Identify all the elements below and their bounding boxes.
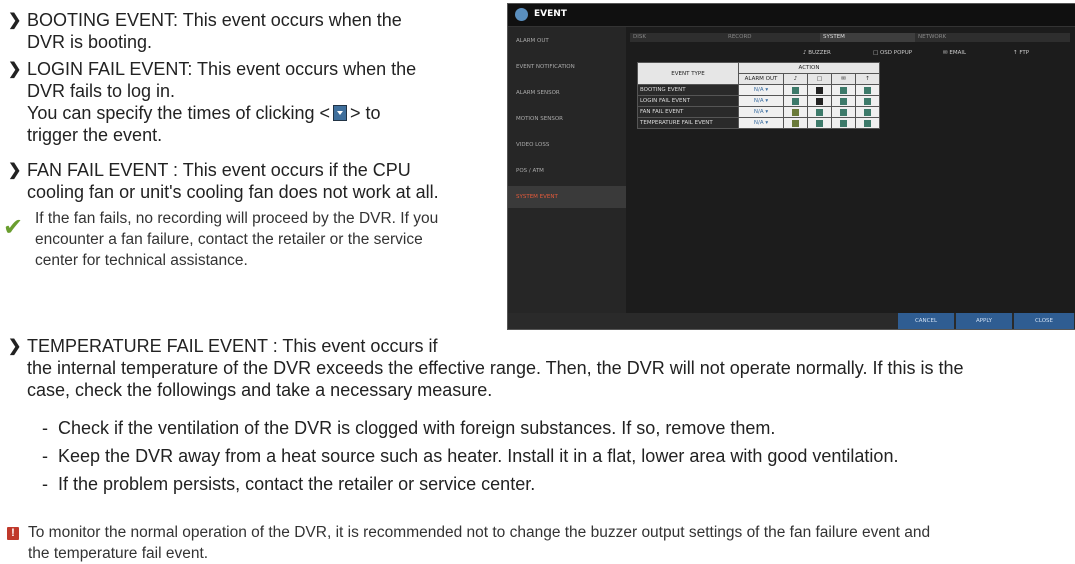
sidebar-item-pos-atm[interactable]: POS / ATM	[508, 160, 626, 182]
event-name: LOGIN FAIL EVENT	[637, 95, 739, 107]
dvr-event-screenshot: EVENT ALARM OUT EVENT NOTIFICATION ALARM…	[507, 3, 1075, 330]
sidebar-item-alarm-out[interactable]: ALARM OUT	[508, 30, 626, 52]
ftp-checkbox[interactable]	[855, 117, 880, 129]
tab-network[interactable]: NETWORK	[915, 33, 1010, 42]
column-header-alarm-out: ALARM OUT	[738, 73, 784, 85]
ftp-checkbox[interactable]	[855, 84, 880, 96]
list-item: - If the problem persists, contact the r…	[42, 474, 536, 494]
sidebar-item-event-notification[interactable]: EVENT NOTIFICATION	[508, 56, 626, 78]
check-list: - Check if the ventilation of the DVR is…	[42, 417, 1072, 495]
buzzer-checkbox[interactable]	[783, 106, 808, 118]
login-line1: LOGIN FAIL EVENT: This event occurs when…	[27, 59, 417, 79]
exclamation-icon: !	[7, 527, 19, 540]
event-name: BOOTING EVENT	[637, 84, 739, 96]
table-row: FAN FAIL EVENT N/A ▾	[637, 106, 880, 118]
alarm-out-select[interactable]: N/A ▾	[738, 106, 784, 118]
dropdown-icon	[333, 105, 347, 121]
osd-popup-icon: □	[807, 73, 832, 85]
chevron-right-icon: ❯	[8, 338, 22, 355]
osd-checkbox[interactable]	[807, 117, 832, 129]
chevron-right-icon: ❯	[8, 61, 22, 78]
osd-checkbox[interactable]	[807, 95, 832, 107]
fan-event-text: FAN FAIL EVENT : This event occurs if th…	[27, 159, 507, 203]
dvr-title: EVENT	[534, 9, 567, 19]
osd-checkbox[interactable]	[807, 84, 832, 96]
event-name: FAN FAIL EVENT	[637, 106, 739, 118]
email-checkbox[interactable]	[831, 95, 856, 107]
alarm-out-select[interactable]: N/A ▾	[738, 84, 784, 96]
dvr-sidebar: ALARM OUT EVENT NOTIFICATION ALARM SENSO…	[508, 27, 626, 327]
table-row: LOGIN FAIL EVENT N/A ▾	[637, 95, 880, 107]
alarm-out-select[interactable]: N/A ▾	[738, 95, 784, 107]
login-event-text: LOGIN FAIL EVENT: This event occurs when…	[27, 58, 497, 146]
fan-note-line2: encounter a fan failure, contact the ret…	[35, 231, 423, 248]
login-line2: DVR fails to log in.	[27, 81, 176, 101]
dvr-tabs: DISK RECORD SYSTEM NETWORK	[630, 33, 1070, 42]
booting-line1: BOOTING EVENT: This event occurs when th…	[27, 10, 402, 30]
ftp-checkbox[interactable]	[855, 106, 880, 118]
chevron-right-icon: ❯	[8, 12, 22, 29]
fan-line1: FAN FAIL EVENT : This event occurs if th…	[27, 160, 411, 180]
buzzer-checkbox[interactable]	[783, 84, 808, 96]
list-item: - Keep the DVR away from a heat source s…	[42, 446, 899, 466]
fan-note: If the fan fails, no recording will proc…	[35, 208, 505, 271]
login-line3: You can specify the times of clicking < >…	[27, 103, 381, 123]
buzzer-checkbox[interactable]	[783, 117, 808, 129]
legend-ftp: ↑ FTP	[1013, 50, 1030, 56]
tab-record[interactable]: RECORD	[725, 33, 820, 42]
system-event-table: EVENT TYPE ACTION ALARM OUT ♪ □ ✉ ↑ BOOT…	[637, 62, 880, 129]
ftp-checkbox[interactable]	[855, 95, 880, 107]
temp-line2: the internal temperature of the DVR exce…	[27, 358, 964, 378]
buzzer-icon: ♪	[783, 73, 808, 85]
final-note-line1: To monitor the normal operation of the D…	[28, 524, 931, 541]
fan-line2: cooling fan or unit's cooling fan does n…	[27, 182, 439, 202]
table-row: BOOTING EVENT N/A ▾	[637, 84, 880, 96]
email-checkbox[interactable]	[831, 106, 856, 118]
legend-buzzer: ♪ BUZZER	[803, 50, 831, 56]
column-header-event-type: EVENT TYPE	[637, 62, 739, 85]
close-button[interactable]: CLOSE	[1014, 313, 1074, 329]
temp-line1: TEMPERATURE FAIL EVENT : This event occu…	[27, 336, 438, 356]
alarm-out-select[interactable]: N/A ▾	[738, 117, 784, 129]
tab-system[interactable]: SYSTEM	[820, 33, 915, 42]
booting-event-text: BOOTING EVENT: This event occurs when th…	[27, 9, 497, 53]
login-line4: trigger the event.	[27, 125, 163, 145]
osd-checkbox[interactable]	[807, 106, 832, 118]
ftp-icon: ↑	[855, 73, 880, 85]
sidebar-item-video-loss[interactable]: VIDEO LOSS	[508, 134, 626, 156]
sidebar-item-motion-sensor[interactable]: MOTION SENSOR	[508, 108, 626, 130]
legend-osd-popup: □ OSD POPUP	[873, 50, 913, 56]
fan-note-line3: center for technical assistance.	[35, 252, 248, 269]
apply-button[interactable]: APPLY	[956, 313, 1012, 329]
table-row: TEMPERATURE FAIL EVENT N/A ▾	[637, 117, 880, 129]
final-note: To monitor the normal operation of the D…	[28, 522, 1073, 564]
dvr-titlebar: EVENT	[508, 4, 1075, 27]
email-checkbox[interactable]	[831, 84, 856, 96]
column-header-action: ACTION	[738, 62, 880, 74]
sidebar-item-system-event[interactable]: SYSTEM EVENT	[508, 186, 626, 208]
temperature-event-text: TEMPERATURE FAIL EVENT : This event occu…	[27, 335, 1072, 401]
chevron-right-icon: ❯	[8, 162, 22, 179]
list-item: - Check if the ventilation of the DVR is…	[42, 418, 776, 438]
checkmark-icon: ✔	[3, 214, 24, 241]
email-checkbox[interactable]	[831, 117, 856, 129]
event-name: TEMPERATURE FAIL EVENT	[637, 117, 739, 129]
tab-disk[interactable]: DISK	[630, 33, 725, 42]
temp-line3: case, check the followings and take a ne…	[27, 380, 493, 400]
legend-email: ✉ EMAIL	[943, 50, 967, 56]
sidebar-item-alarm-sensor[interactable]: ALARM SENSOR	[508, 82, 626, 104]
final-note-line2: the temperature fail event.	[28, 545, 209, 562]
event-icon	[515, 8, 528, 21]
email-icon: ✉	[831, 73, 856, 85]
booting-line2: DVR is booting.	[27, 32, 153, 52]
fan-note-line1: If the fan fails, no recording will proc…	[35, 210, 439, 227]
cancel-button[interactable]: CANCEL	[898, 313, 954, 329]
buzzer-checkbox[interactable]	[783, 95, 808, 107]
